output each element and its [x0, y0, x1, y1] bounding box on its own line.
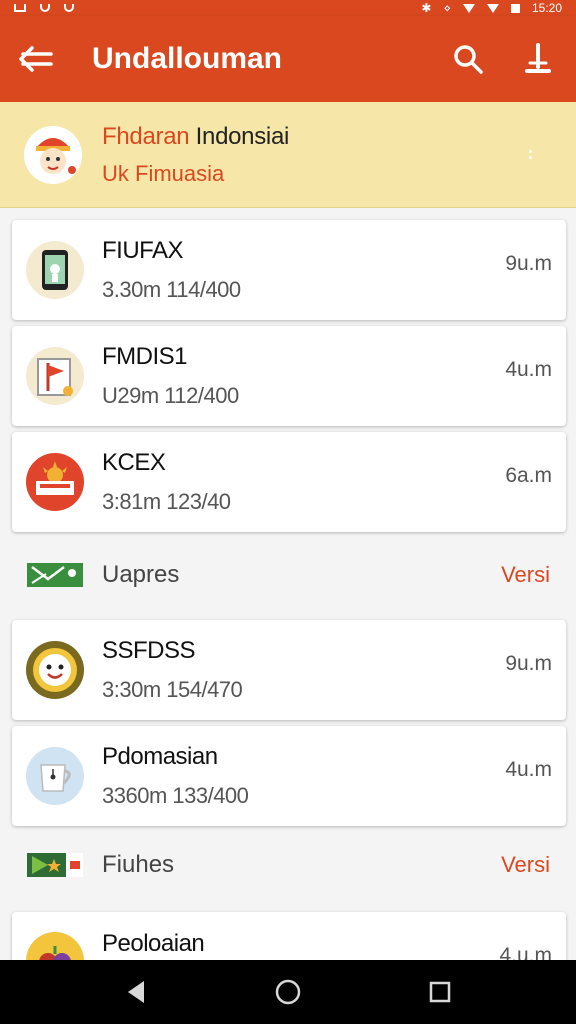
banner-subtitle: Uk Fimuasia: [102, 160, 225, 186]
section-label: Fiuhes: [102, 851, 175, 878]
list-item-time: 6a.m: [505, 464, 552, 487]
back-button[interactable]: [16, 39, 56, 79]
nav-back-button[interactable]: [106, 962, 166, 1022]
banner-title-accent: Fhdaran: [102, 122, 190, 150]
banner-text: Fhdaran Indonsiai Uk Fimuasia: [102, 123, 518, 187]
list-item-subtitle: 3:81m 123/40: [102, 489, 231, 514]
mascot-icon: [24, 125, 82, 184]
banner-title-rest: Indonsiai: [189, 122, 290, 150]
section-header: Fiuhes Versi: [0, 820, 576, 910]
list-item-title: FMDIS1: [102, 343, 188, 370]
flag-board-icon: [26, 347, 84, 405]
page-title: Undallouman: [92, 42, 283, 75]
notification-icon: [40, 4, 50, 12]
search-icon: [454, 45, 483, 74]
more-dot-icon: [528, 150, 532, 153]
list-item-title: SSFDSS: [102, 637, 196, 664]
list-item-text: SSFDSS 3:30m 154/470: [102, 637, 505, 703]
list-item[interactable]: Peoloaian 4.u.m: [12, 912, 566, 960]
list-item-time: 9u.m: [505, 252, 552, 275]
phone-icon: [26, 241, 84, 299]
battery-icon: [510, 3, 520, 13]
list-item-text: FIUFAX 3.30m 114/400: [102, 237, 505, 303]
app-bar: Undallouman: [0, 16, 576, 102]
bluetooth-icon: ✱: [421, 1, 432, 15]
featured-banner[interactable]: Fhdaran Indonsiai Uk Fimuasia: [0, 102, 576, 208]
list-item-subtitle: 3:30m 154/470: [102, 677, 243, 702]
list-item-subtitle: 3.30m 114/400: [102, 277, 241, 302]
fruit-icon: [26, 932, 84, 960]
status-time: 15:20: [531, 1, 562, 15]
list-item-subtitle: U29m 112/400: [102, 383, 239, 408]
list-item-subtitle: 3360m 133/400: [102, 783, 249, 808]
section-header: Uapres Versi: [0, 530, 576, 620]
vibrate-icon: ⋄: [443, 1, 451, 15]
list-item[interactable]: FIUFAX 3.30m 114/400 9u.m: [12, 220, 566, 320]
section-action-link[interactable]: Versi: [501, 852, 550, 878]
wifi-icon: [462, 3, 475, 13]
more-dot-icon: [528, 156, 532, 159]
list-item-time: 4u.m: [505, 358, 552, 381]
more-options-button[interactable]: [518, 135, 542, 175]
section-label: Uapres: [102, 561, 180, 588]
nav-home-button[interactable]: [258, 962, 318, 1022]
signal-icon: [486, 3, 499, 13]
list-item[interactable]: FMDIS1 U29m 112/400 4u.m: [12, 326, 566, 426]
smiley-icon: [26, 641, 84, 699]
banner-title: Fhdaran Indonsiai: [102, 123, 518, 151]
list-item-text: FMDIS1 U29m 112/400: [102, 343, 505, 409]
list-item-time: 9u.m: [505, 652, 552, 675]
user-icon: [525, 43, 551, 73]
list-item-time: 4.u.m: [499, 944, 552, 960]
list-item-text: Pdomasian 3360m 133/400: [102, 743, 505, 809]
flag-green-icon: [27, 853, 83, 877]
list-item[interactable]: SSFDSS 3:30m 154/470 9u.m: [12, 620, 566, 720]
search-button[interactable]: [446, 37, 490, 81]
sun-sign-icon: [26, 453, 84, 511]
triangle-back-icon: [128, 981, 144, 1003]
station-list[interactable]: FIUFAX 3.30m 114/400 9u.m FMDIS1 U29m 11…: [0, 208, 576, 960]
system-nav-bar: [0, 960, 576, 1024]
list-item-title: Pdomasian: [102, 743, 218, 770]
square-recents-icon: [429, 981, 451, 1003]
status-right: ✱ ⋄ 15:20: [421, 1, 562, 15]
arrow-left-icon: [19, 46, 53, 72]
list-item[interactable]: KCEX 3:81m 123/40 6a.m: [12, 432, 566, 532]
list-item-text: Peoloaian: [102, 930, 499, 958]
status-left: [14, 4, 74, 12]
notification-icon: [64, 4, 74, 12]
circle-home-icon: [275, 979, 301, 1005]
list-item[interactable]: Pdomasian 3360m 133/400 4u.m: [12, 726, 566, 826]
section-action-link[interactable]: Versi: [501, 562, 550, 588]
envelope-green-icon: [27, 563, 83, 587]
mug-icon: [26, 747, 84, 805]
status-bar: ✱ ⋄ 15:20: [0, 0, 576, 16]
mascot-avatar: [24, 125, 82, 184]
list-item-title: FIUFAX: [102, 237, 184, 264]
list-item-title: KCEX: [102, 449, 166, 476]
list-item-text: KCEX 3:81m 123/40: [102, 449, 505, 515]
notification-icon: [14, 4, 26, 12]
list-item-time: 4u.m: [505, 758, 552, 781]
nav-recents-button[interactable]: [410, 962, 470, 1022]
list-item-title: Peoloaian: [102, 930, 205, 957]
account-button[interactable]: [516, 37, 560, 81]
